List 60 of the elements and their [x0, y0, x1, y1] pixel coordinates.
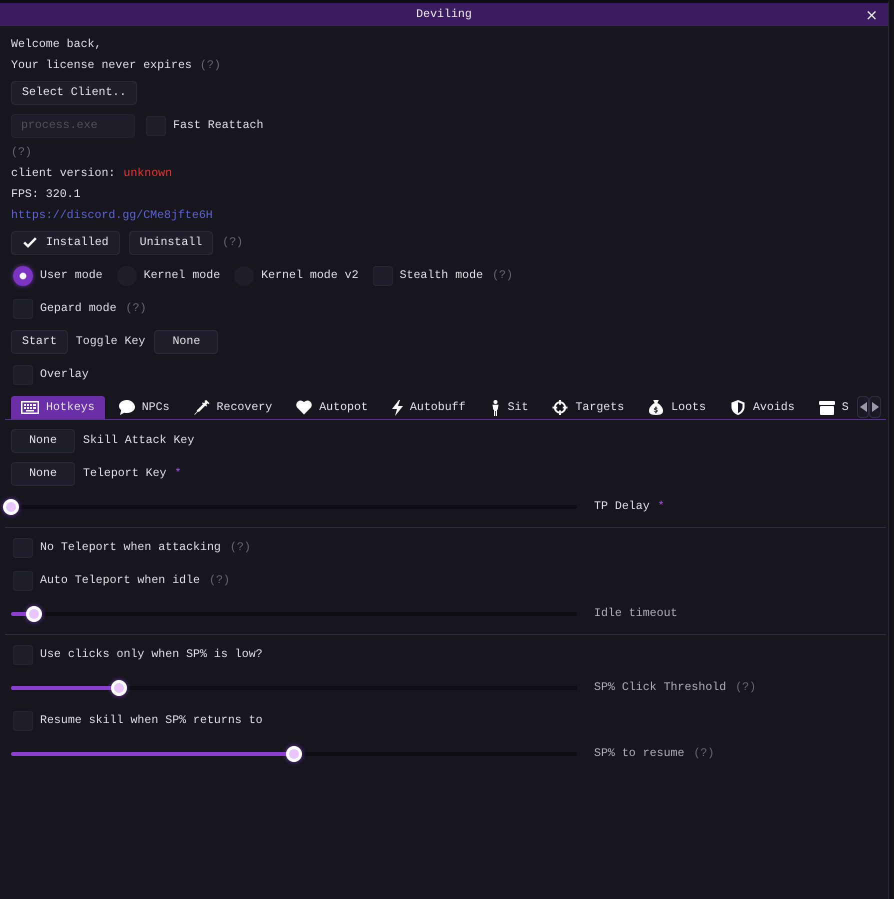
client-version-label: client version:: [11, 167, 116, 180]
checkbox-label[interactable]: Gepard mode: [40, 302, 117, 315]
key-bind-label: Teleport Key: [83, 467, 166, 480]
select-client-button[interactable]: Select Client..: [11, 80, 138, 104]
caret-left-icon: [860, 402, 866, 412]
scroll-right-button[interactable]: [869, 396, 881, 418]
checkbox-label[interactable]: Auto Teleport when idle: [40, 574, 200, 587]
shield-icon: [730, 400, 746, 415]
radio-button[interactable]: [13, 266, 33, 286]
uninstall-button[interactable]: Uninstall: [128, 230, 214, 254]
slider-label: TP Delay: [594, 500, 650, 513]
fps-text: FPS: 320.1: [11, 188, 81, 201]
person-icon: [490, 400, 501, 416]
tab[interactable]: Autobuff: [382, 396, 476, 419]
slider-label: SP% Click Threshold: [594, 681, 726, 694]
asterisk-marker: *: [658, 500, 665, 513]
key-bind-label: Skill Attack Key: [83, 434, 194, 447]
mode-label[interactable]: User mode: [40, 269, 103, 282]
key-bind-button[interactable]: None: [11, 462, 75, 486]
tab[interactable]: Targets: [542, 396, 634, 419]
key-bind-button[interactable]: None: [11, 428, 75, 452]
heart-icon: [296, 400, 312, 415]
tab[interactable]: Loots: [638, 396, 716, 419]
license-text: Your license never expires: [11, 59, 192, 72]
tab[interactable]: Recovery: [184, 396, 282, 419]
tab[interactable]: Autopot: [286, 396, 378, 419]
mode-label[interactable]: Kernel mode v2: [261, 269, 359, 282]
scroll-left-button[interactable]: [857, 396, 869, 418]
mode-label[interactable]: Stealth mode: [400, 269, 484, 282]
slider-thumb[interactable]: [3, 498, 19, 514]
checkbox-label[interactable]: Use clicks only when SP% is low?: [40, 648, 263, 661]
money-bag-icon: [648, 400, 664, 415]
tab[interactable]: Avoids: [720, 396, 805, 419]
toggle-key-button[interactable]: None: [154, 330, 218, 354]
caret-right-icon: [872, 402, 878, 412]
start-button[interactable]: Start: [11, 330, 68, 354]
tab[interactable]: Hotkeys: [11, 396, 105, 419]
tab[interactable]: S: [808, 396, 849, 419]
speech-bubble-icon: [118, 400, 135, 415]
greeting-text: Welcome back,: [11, 38, 102, 51]
mode-label[interactable]: Kernel mode: [144, 269, 220, 282]
gift-box-icon: [818, 400, 835, 415]
crosshair-icon: [552, 400, 568, 415]
checkbox-label[interactable]: No Teleport when attacking: [40, 541, 221, 554]
tab[interactable]: Sit: [480, 396, 538, 419]
checkbox-label[interactable]: Resume skill when SP% returns to: [40, 714, 263, 727]
slider-label: Idle timeout: [594, 607, 678, 620]
close-button[interactable]: ×: [861, 6, 882, 24]
installed-button[interactable]: Installed: [11, 230, 120, 254]
slider-label: SP% to resume: [594, 747, 684, 760]
checkbox-label[interactable]: Overlay: [40, 368, 89, 381]
toggle-key-label: Toggle Key: [76, 335, 146, 348]
keyboard-icon: [21, 401, 39, 414]
asterisk-marker: *: [174, 467, 182, 480]
lightning-bolt-icon: [392, 400, 403, 416]
tab[interactable]: NPCs: [108, 396, 180, 419]
client-version-value: unknown: [123, 167, 172, 180]
syringe-icon: [194, 400, 210, 415]
window-title: Deviling: [416, 8, 472, 21]
checkbox-label[interactable]: Fast Reattach: [173, 119, 264, 132]
